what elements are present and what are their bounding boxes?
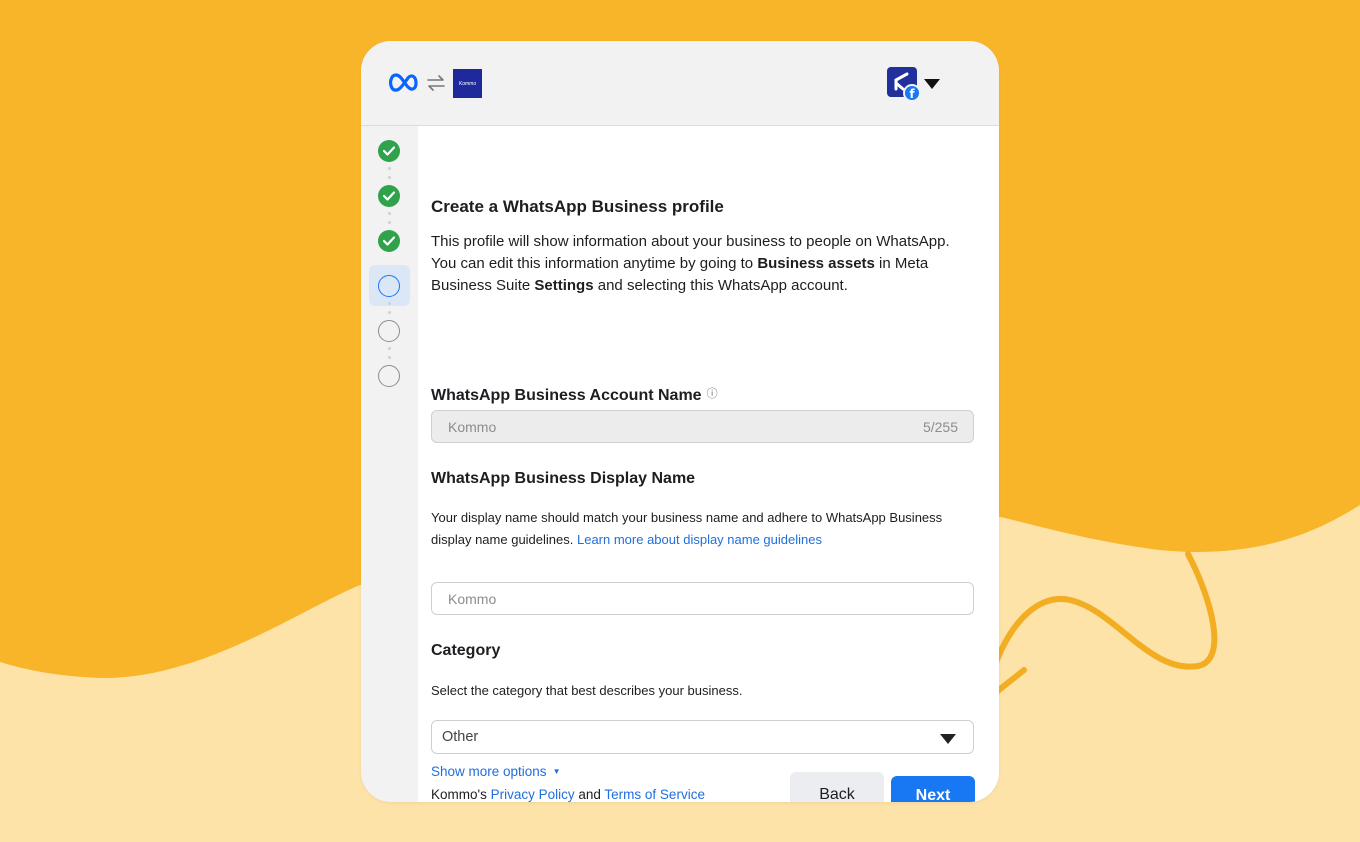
category-selected-value: Other	[442, 729, 479, 745]
chevron-down-icon	[940, 734, 956, 744]
legal-prefix: Kommo's	[431, 787, 491, 802]
kommo-logo: Kommo	[453, 69, 482, 98]
account-name-label-text: WhatsApp Business Account Name	[431, 387, 702, 404]
swap-icon	[427, 75, 445, 91]
terms-of-service-link[interactable]: Terms of Service	[604, 787, 705, 802]
step-connector	[387, 212, 391, 230]
display-name-value: Kommo	[448, 591, 497, 607]
step-connector	[387, 347, 391, 365]
description-text-3: and selecting this WhatsApp account.	[593, 277, 848, 294]
step-6-pending-icon	[378, 365, 400, 387]
privacy-policy-link[interactable]: Privacy Policy	[491, 787, 575, 802]
form-panel: Create a WhatsApp Business profile This …	[418, 126, 999, 802]
show-more-options-label: Show more options	[431, 764, 547, 779]
step-4-current-icon	[378, 275, 400, 297]
next-button[interactable]: Next	[891, 776, 975, 802]
step-connector	[387, 302, 391, 320]
progress-stepper	[361, 126, 418, 802]
back-button[interactable]: Back	[790, 772, 884, 802]
step-5-pending-icon	[378, 320, 400, 342]
display-name-input[interactable]: Kommo	[431, 582, 974, 615]
step-connector	[387, 167, 391, 185]
category-select[interactable]: Other	[431, 720, 974, 754]
legal-and: and	[574, 787, 605, 802]
display-name-label: WhatsApp Business Display Name	[431, 470, 696, 487]
category-help: Select the category that best describes …	[431, 683, 743, 698]
account-name-field: Kommo 5/255	[431, 410, 974, 443]
step-1-complete-icon	[378, 140, 400, 162]
kommo-logo-text: Kommo	[458, 80, 477, 87]
page-title: Create a WhatsApp Business profile	[431, 197, 724, 216]
embedded-signup-dialog: Kommo f Create a WhatsApp Business profi…	[361, 41, 999, 802]
dialog-header: Kommo f	[361, 41, 999, 126]
info-icon[interactable]: ⓘ	[707, 388, 718, 400]
account-dropdown-caret-icon[interactable]	[924, 79, 940, 89]
account-name-label: WhatsApp Business Account Name ⓘ	[431, 385, 718, 405]
step-3-complete-icon	[378, 230, 400, 252]
account-name-value: Kommo	[448, 419, 497, 435]
profile-description: This profile will show information about…	[431, 231, 951, 297]
business-assets-emphasis: Business assets	[757, 255, 875, 272]
caret-down-icon: ▼	[552, 767, 561, 776]
display-name-help: Your display name should match your busi…	[431, 507, 981, 551]
facebook-badge-icon: f	[903, 84, 921, 102]
show-more-options-link[interactable]: Show more options ▼	[431, 764, 560, 779]
category-label: Category	[431, 642, 501, 659]
meta-logo-icon	[389, 73, 418, 92]
account-name-char-count: 5/255	[922, 419, 958, 435]
legal-links: Kommo's Privacy Policy and Terms of Serv…	[431, 787, 705, 802]
display-name-guidelines-link[interactable]: Learn more about display name guidelines	[577, 532, 822, 547]
settings-emphasis: Settings	[534, 277, 594, 294]
step-2-complete-icon	[378, 185, 400, 207]
